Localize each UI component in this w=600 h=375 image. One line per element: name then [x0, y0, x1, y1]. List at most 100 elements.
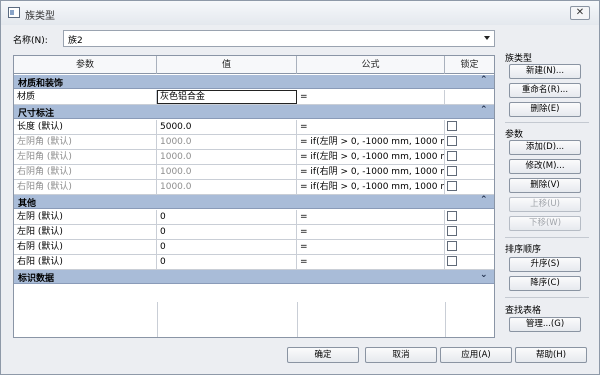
table-row: 右阴角 (默认) 1000.0 = if(右阴 > 0, -1000 mm, 100… — [14, 165, 494, 180]
lock-cell — [445, 150, 494, 164]
lock-cell — [445, 255, 494, 269]
table-row: 左阴 (默认) 0 = — [14, 210, 494, 225]
sort-ascending-button[interactable]: 升序(S) — [509, 257, 581, 272]
title-bar: 族类型 ✕ — [1, 1, 599, 25]
header-lock[interactable]: 锁定 — [445, 56, 494, 74]
move-up-button[interactable]: 上移(U) — [509, 197, 581, 212]
parameter-name: 右阴 (默认) — [14, 240, 157, 254]
section-title: 尺寸标注 — [18, 109, 55, 119]
ok-button[interactable]: 确定 — [287, 347, 359, 363]
lock-checkbox[interactable] — [447, 121, 457, 131]
parameter-name: 右阳角 (默认) — [14, 180, 157, 194]
expand-chevron-icon[interactable]: ⌄ — [480, 270, 488, 280]
parameter-name: 左阴 (默认) — [14, 210, 157, 224]
lock-cell — [445, 225, 494, 239]
family-types-dialog: 族类型 ✕ 名称(N): 族2 参数 值 公式 锁定 材质和装饰 ⌃ 材质 灰色铝合金… — [0, 0, 600, 375]
parameter-value[interactable]: 1000.0 — [157, 150, 297, 164]
section-header[interactable]: 标识数据 ⌄ — [14, 270, 494, 284]
header-value[interactable]: 值 — [157, 56, 297, 74]
parameter-value[interactable]: 0 — [157, 240, 297, 254]
cancel-button[interactable]: 取消 — [365, 347, 437, 363]
section-title: 其他 — [18, 199, 37, 209]
family-types-group-label: 族类型 — [505, 54, 533, 64]
table-row: 右阳 (默认) 0 = — [14, 255, 494, 270]
lock-checkbox[interactable] — [447, 151, 457, 161]
table-row: 左阳角 (默认) 1000.0 = if(左阳 > 0, -1000 mm, 100… — [14, 150, 494, 165]
parameter-formula[interactable]: = — [297, 240, 445, 254]
parameter-value[interactable]: 0 — [157, 225, 297, 239]
parameter-value[interactable]: 1000.0 — [157, 165, 297, 179]
lock-checkbox[interactable] — [447, 166, 457, 176]
lock-cell — [445, 120, 494, 134]
parameters-table: 参数 值 公式 锁定 材质和装饰 ⌃ 材质 灰色铝合金 = 尺寸标注 ⌃ 长度 (默认) 500… — [13, 55, 495, 338]
help-button[interactable]: 帮助(H) — [515, 347, 587, 363]
parameter-formula[interactable]: = — [297, 90, 445, 104]
new-type-button[interactable]: 新建(N)... — [509, 64, 581, 79]
table-row: 材质 灰色铝合金 = — [14, 90, 494, 105]
parameter-formula[interactable]: = — [297, 225, 445, 239]
table-empty-area — [14, 302, 494, 337]
name-label: 名称(N): — [13, 36, 48, 46]
collapse-chevron-icon[interactable]: ⌃ — [480, 105, 488, 115]
lock-checkbox[interactable] — [447, 181, 457, 191]
parameter-value[interactable]: 5000.0 — [157, 120, 297, 134]
parameter-value[interactable]: 1000.0 — [157, 135, 297, 149]
lock-cell — [445, 180, 494, 194]
delete-type-button[interactable]: 删除(E) — [509, 102, 581, 117]
header-parameter[interactable]: 参数 — [14, 56, 157, 74]
parameter-formula[interactable]: = if(左阴 > 0, -1000 mm, 1000 mm) — [297, 135, 445, 149]
section-header[interactable]: 材质和装饰 ⌃ — [14, 75, 494, 89]
parameter-formula[interactable]: = if(右阳 > 0, -1000 mm, 1000 mm) — [297, 180, 445, 194]
parameter-value[interactable]: 灰色铝合金 — [157, 90, 297, 104]
lock-cell — [445, 210, 494, 224]
table-row: 左阳 (默认) 0 = — [14, 225, 494, 240]
section-header[interactable]: 尺寸标注 ⌃ — [14, 105, 494, 119]
parameter-formula[interactable]: = — [297, 210, 445, 224]
table-row: 右阴 (默认) 0 = — [14, 240, 494, 255]
parameter-name: 右阳 (默认) — [14, 255, 157, 269]
lookup-tables-group-label: 查找表格 — [505, 306, 542, 316]
type-name-select[interactable]: 族2 — [63, 30, 495, 47]
lock-checkbox[interactable] — [447, 241, 457, 251]
parameter-formula[interactable]: = if(左阳 > 0, -1000 mm, 1000 mm) — [297, 150, 445, 164]
section-header[interactable]: 其他 ⌃ — [14, 195, 494, 209]
lock-checkbox[interactable] — [447, 136, 457, 146]
sort-order-group-label: 排序顺序 — [505, 245, 542, 255]
lock-checkbox[interactable] — [447, 226, 457, 236]
lock-cell — [445, 135, 494, 149]
manage-lookup-button[interactable]: 管理...(G) — [509, 317, 581, 332]
parameter-name: 左阳 (默认) — [14, 225, 157, 239]
section-title: 材质和装饰 — [18, 79, 64, 89]
collapse-chevron-icon[interactable]: ⌃ — [480, 195, 488, 205]
parameter-value[interactable]: 0 — [157, 210, 297, 224]
parameter-formula[interactable]: = — [297, 255, 445, 269]
parameter-name: 长度 (默认) — [14, 120, 157, 134]
parameters-group-label: 参数 — [505, 130, 524, 140]
modify-parameter-button[interactable]: 修改(M)... — [509, 159, 581, 174]
chevron-down-icon — [484, 36, 490, 40]
parameter-formula[interactable]: = if(右阴 > 0, -1000 mm, 1000 mm) — [297, 165, 445, 179]
close-button[interactable]: ✕ — [570, 6, 590, 20]
table-row: 右阳角 (默认) 1000.0 = if(右阳 > 0, -1000 mm, 100… — [14, 180, 494, 195]
move-down-button[interactable]: 下移(W) — [509, 216, 581, 231]
lock-checkbox[interactable] — [447, 256, 457, 266]
lock-cell — [445, 90, 494, 104]
table-row: 左阴角 (默认) 1000.0 = if(左阴 > 0, -1000 mm, 100… — [14, 135, 494, 150]
parameter-name: 右阴角 (默认) — [14, 165, 157, 179]
lock-cell — [445, 165, 494, 179]
rename-type-button[interactable]: 重命名(R)... — [509, 83, 581, 98]
add-parameter-button[interactable]: 添加(D)... — [509, 140, 581, 155]
header-formula[interactable]: 公式 — [297, 56, 445, 74]
type-name-value: 族2 — [68, 36, 83, 46]
parameter-formula[interactable]: = — [297, 120, 445, 134]
parameter-name: 材质 — [14, 90, 157, 104]
lock-checkbox[interactable] — [447, 211, 457, 221]
apply-button[interactable]: 应用(A) — [440, 347, 512, 363]
collapse-chevron-icon[interactable]: ⌃ — [480, 75, 488, 85]
parameter-value[interactable]: 1000.0 — [157, 180, 297, 194]
remove-parameter-button[interactable]: 删除(V) — [509, 178, 581, 193]
sort-descending-button[interactable]: 降序(C) — [509, 276, 581, 291]
parameter-name: 左阳角 (默认) — [14, 150, 157, 164]
parameter-value[interactable]: 0 — [157, 255, 297, 269]
section-title: 标识数据 — [18, 274, 55, 284]
